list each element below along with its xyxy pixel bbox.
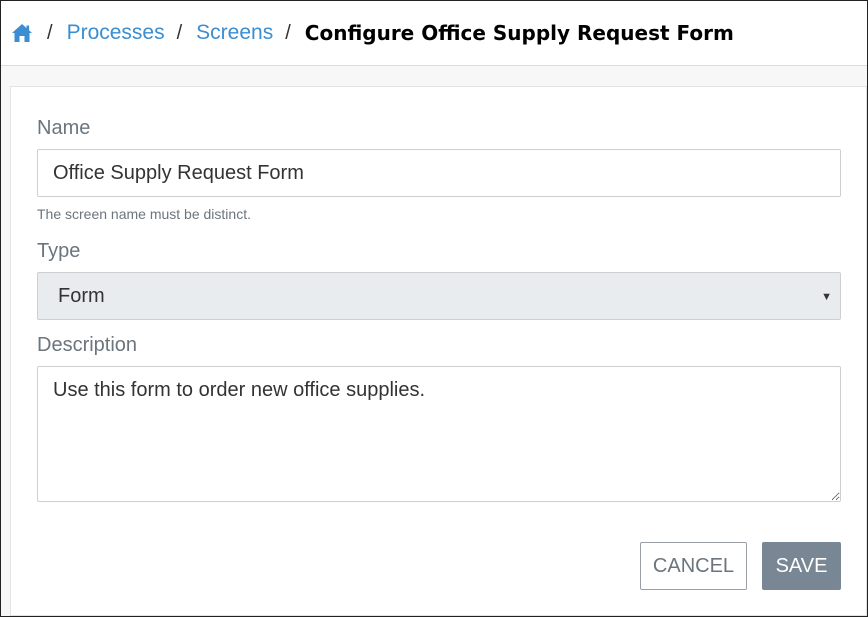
type-label: Type bbox=[37, 240, 81, 262]
breadcrumb-separator: / bbox=[176, 21, 183, 44]
type-select[interactable]: Form ▼ bbox=[37, 272, 841, 320]
name-help-text: The screen name must be distinct. bbox=[37, 206, 251, 222]
page-title: Configure Office Supply Request Form bbox=[304, 21, 734, 45]
type-selected-value: Form bbox=[58, 284, 105, 307]
breadcrumb: / Processes / Screens / Configure Office… bbox=[1, 1, 867, 66]
home-icon[interactable] bbox=[11, 22, 35, 44]
cancel-button[interactable]: CANCEL bbox=[640, 542, 747, 590]
description-label: Description bbox=[37, 334, 138, 356]
name-label: Name bbox=[37, 117, 91, 139]
breadcrumb-processes-link[interactable]: Processes bbox=[67, 21, 165, 45]
breadcrumb-separator: / bbox=[285, 21, 291, 44]
app-window: / Processes / Screens / Configure Office… bbox=[0, 0, 868, 617]
name-input[interactable] bbox=[37, 149, 841, 197]
save-button[interactable]: SAVE bbox=[762, 542, 841, 590]
caret-down-icon: ▼ bbox=[821, 291, 832, 303]
breadcrumb-separator: / bbox=[47, 21, 53, 44]
description-textarea[interactable]: Use this form to order new office suppli… bbox=[37, 366, 841, 502]
breadcrumb-screens-link[interactable]: Screens bbox=[196, 21, 273, 45]
configure-screen-card: Name The screen name must be distinct. T… bbox=[10, 86, 867, 616]
